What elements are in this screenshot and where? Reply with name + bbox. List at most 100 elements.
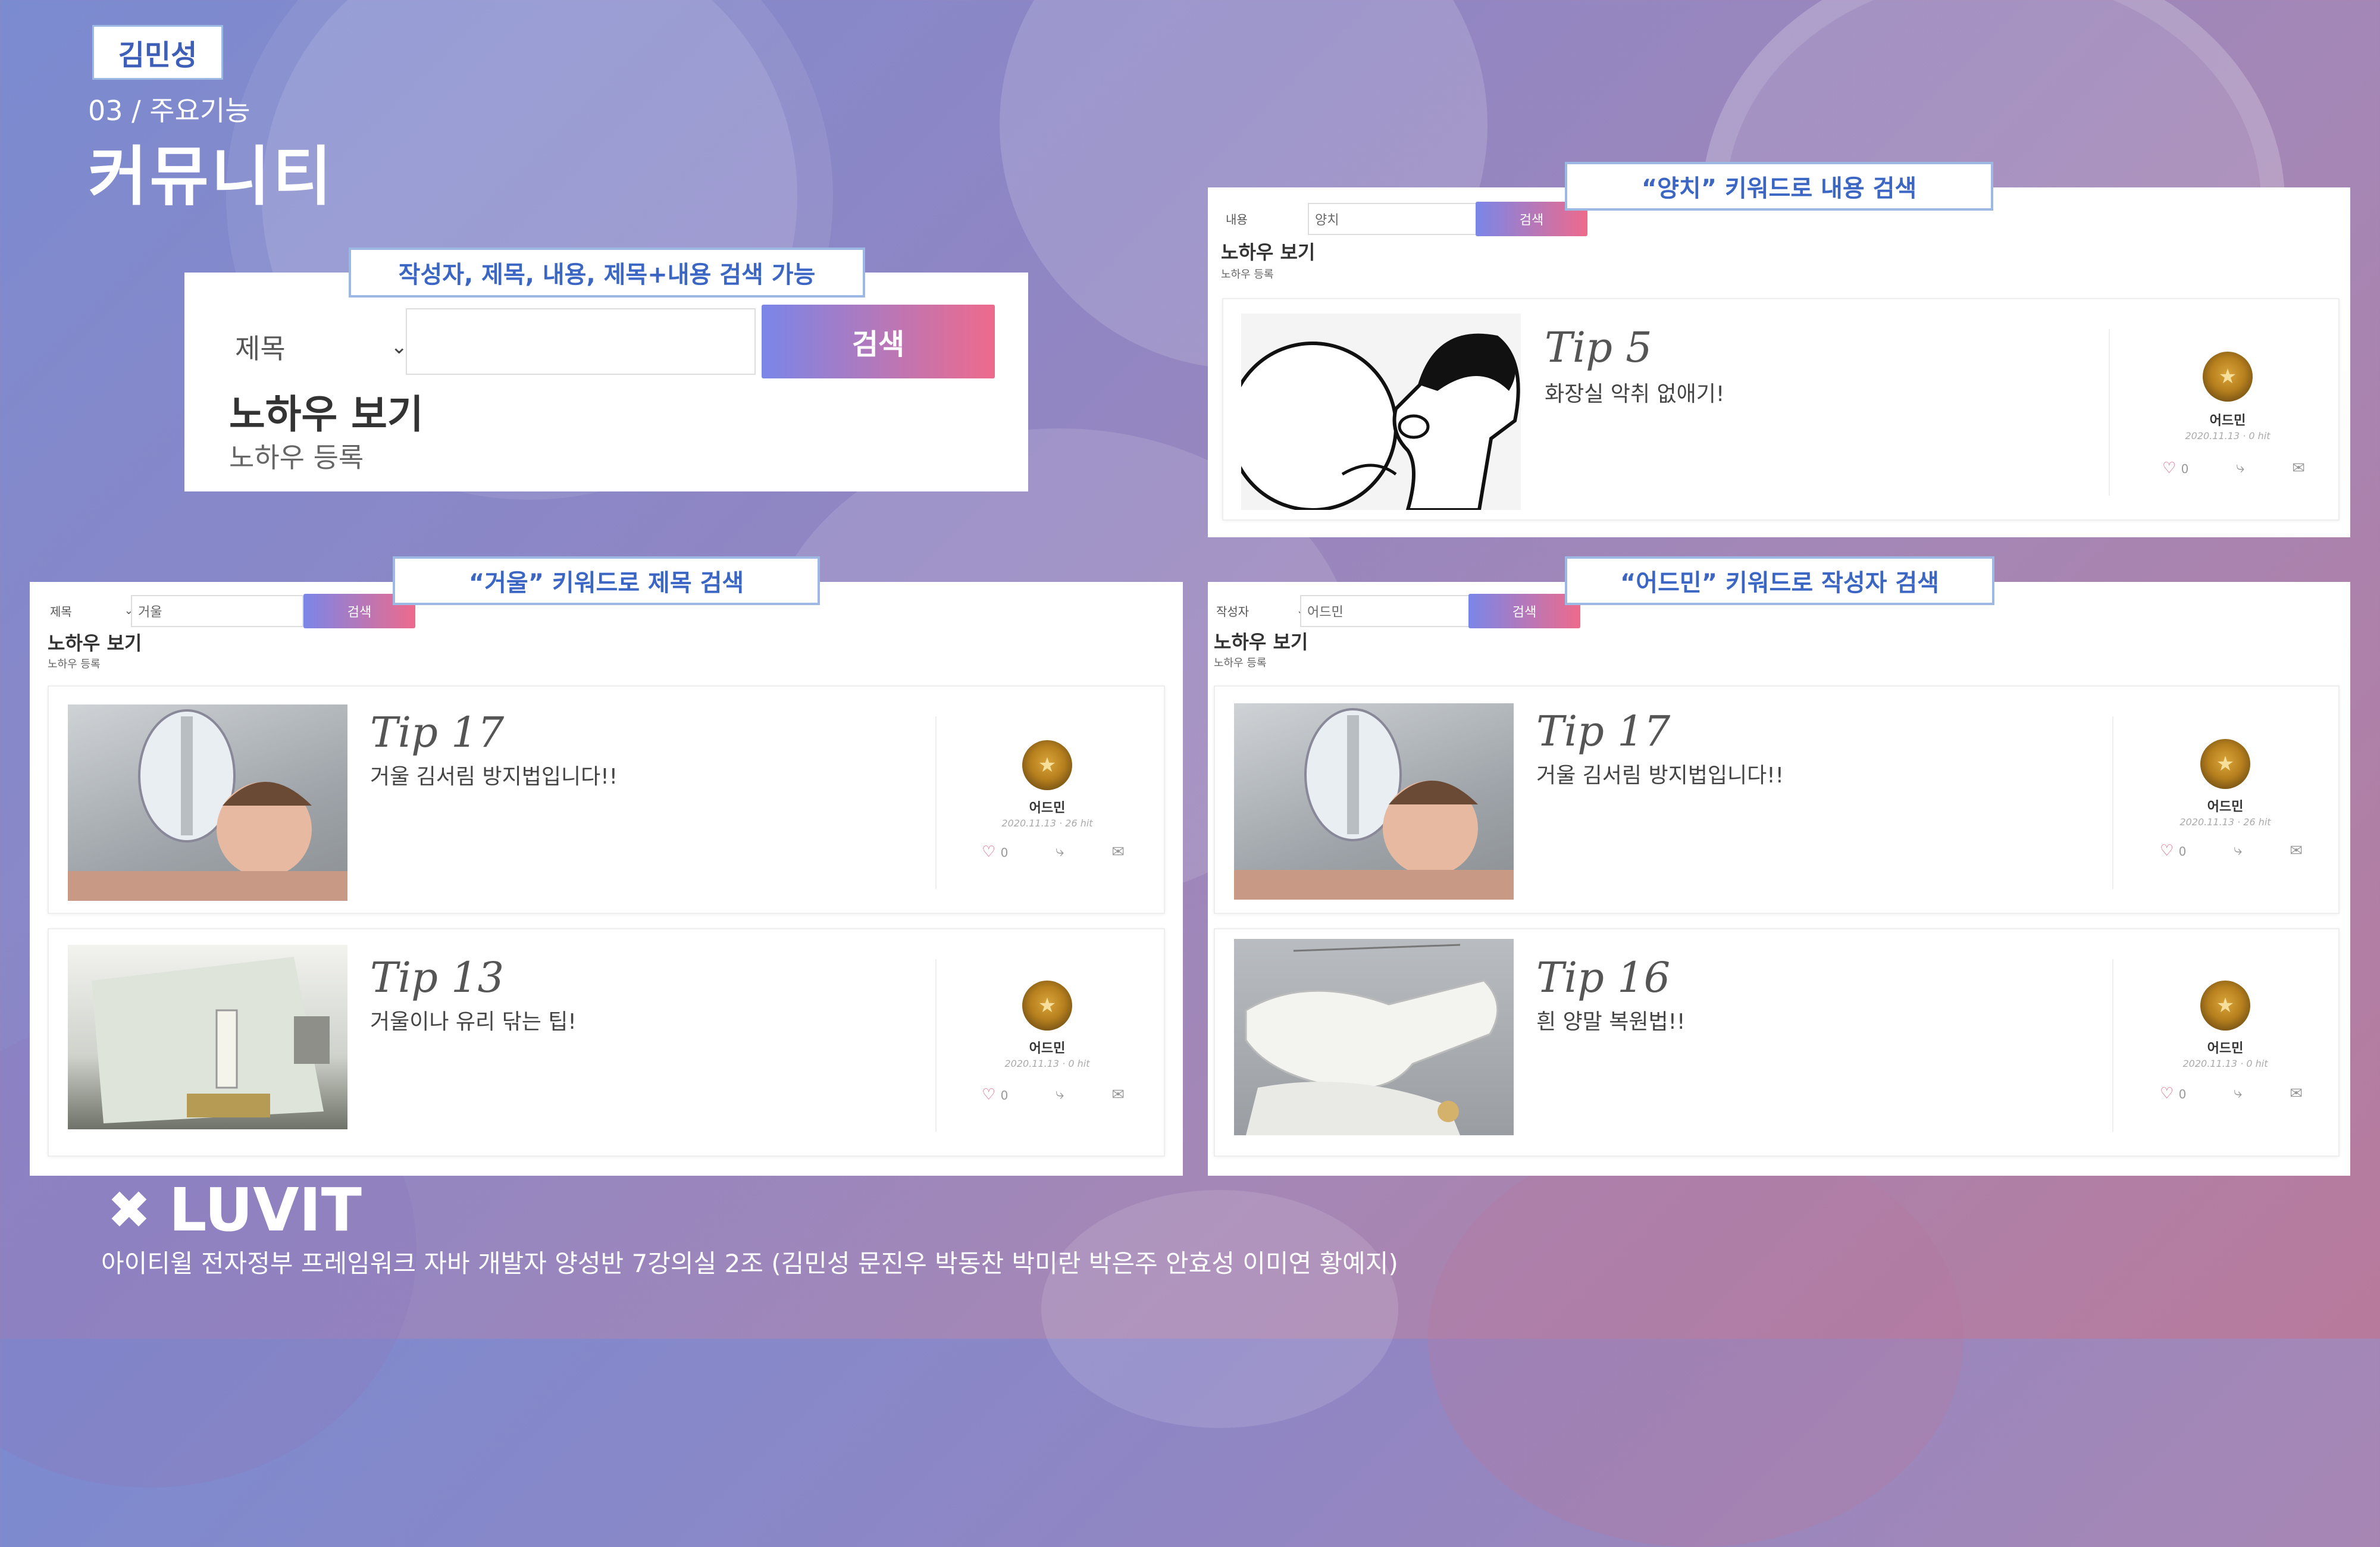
content-search-panel: 내용 ⌄ 양치 검색 노하우 보기 노하우 등록 Tip 5 화장실 악취 없애… <box>1208 187 2350 537</box>
callout-title-search: “거울” 키워드로 제목 검색 <box>393 556 820 605</box>
post-description: 거울이나 유리 닦는 팁! <box>370 1010 577 1034</box>
board-heading: 노하우 보기 <box>229 392 424 437</box>
page-title: 커뮤니티 <box>88 140 334 214</box>
callout-search-options: 작성자, 제목, 내용, 제목+내용 검색 가능 <box>349 248 865 298</box>
like-count: 0 <box>1000 1088 1009 1103</box>
like-count: 0 <box>2178 1086 2187 1101</box>
post-thumbnail <box>1234 703 1514 900</box>
author-avatar: ★ <box>1022 740 1072 790</box>
search-input[interactable] <box>406 308 756 375</box>
post-meta: 2020.11.13 · 26 hit <box>1001 818 1093 829</box>
divider <box>2112 716 2113 889</box>
team-credits: 아이티윌 전자정부 프레임워크 자바 개발자 양성반 7강의실 2조 (김민성 … <box>101 1249 1398 1278</box>
author-avatar: ★ <box>2200 739 2250 789</box>
comment-icon[interactable]: ✉ <box>2292 459 2305 477</box>
like-button[interactable]: ♡ 0 <box>2160 842 2186 860</box>
post-thumbnail <box>68 945 347 1129</box>
register-link[interactable]: 노하우 등록 <box>1221 266 1274 281</box>
search-type-select[interactable]: 제목 ⌄ <box>235 317 408 377</box>
like-button[interactable]: ♡ 0 <box>982 1086 1008 1104</box>
post-title[interactable]: Tip 16 <box>1536 953 1670 1002</box>
post-title[interactable]: Tip 17 <box>370 708 504 757</box>
author-badge: 김민성 <box>92 25 223 80</box>
post-thumbnail <box>1241 314 1521 510</box>
search-button[interactable]: 검색 <box>1468 594 1580 628</box>
register-link[interactable]: 노하우 등록 <box>1214 654 1267 670</box>
share-icon[interactable]: ⤷ <box>1056 1085 1064 1104</box>
like-button[interactable]: ♡ 0 <box>2160 1085 2186 1103</box>
fork-knife-icon: ✖ <box>107 1179 151 1241</box>
divider <box>2109 329 2110 496</box>
post-actions: ♡ 0 ⤷ ✉ <box>2160 841 2303 860</box>
heart-icon: ♡ <box>2160 1084 2174 1103</box>
search-type-select[interactable]: 내용 ⌄ <box>1226 205 1315 231</box>
like-button[interactable]: ♡ 0 <box>2162 459 2188 477</box>
author-name: 어드민 <box>2207 800 2244 815</box>
post-card[interactable]: Tip 13 거울이나 유리 닦는 팁! ★ 어드민 2020.11.13 · … <box>48 928 1165 1157</box>
search-input[interactable]: 어드민 <box>1300 595 1479 627</box>
comment-icon[interactable]: ✉ <box>2290 1085 2303 1103</box>
luvit-logo: ✖ LUVIT <box>107 1175 362 1245</box>
post-meta: 2020.11.13 · 0 hit <box>2185 430 2271 441</box>
author-name: 어드민 <box>2207 1041 2244 1056</box>
comment-icon[interactable]: ✉ <box>1111 1086 1125 1104</box>
divider <box>935 959 937 1132</box>
share-icon[interactable]: ⤷ <box>2234 1084 2243 1103</box>
callout-author-search: “어드민” 키워드로 작성자 검색 <box>1565 556 1994 605</box>
board-heading: 노하우 보기 <box>1214 631 1308 653</box>
post-card[interactable]: Tip 5 화장실 악취 없애기! ★ 어드민 2020.11.13 · 0 h… <box>1222 298 2340 521</box>
divider <box>2112 959 2113 1132</box>
author-name: 어드민 <box>2209 414 2246 428</box>
post-description: 화장실 악취 없애기! <box>1545 382 1725 406</box>
section-number: 03 / 주요기능 <box>88 95 250 127</box>
bg-cup <box>1041 1190 1398 1428</box>
heart-icon: ♡ <box>982 1085 996 1104</box>
share-icon[interactable]: ⤷ <box>2234 841 2243 860</box>
search-input[interactable]: 거울 <box>131 595 303 627</box>
author-avatar: ★ <box>2200 981 2250 1031</box>
post-card[interactable]: Tip 17 거울 김서림 방지법입니다!! ★ 어드민 2020.11.13 … <box>1214 685 2340 914</box>
logo-text: LUVIT <box>168 1175 362 1245</box>
post-thumbnail <box>1234 939 1514 1135</box>
post-actions: ♡ 0 ⤷ ✉ <box>2162 459 2305 477</box>
chevron-down-icon: ⌄ <box>390 335 408 359</box>
search-panel: 제목 ⌄ 검색 노하우 보기 노하우 등록 <box>184 273 1028 491</box>
post-meta: 2020.11.13 · 0 hit <box>2182 1058 2268 1069</box>
post-meta: 2020.11.13 · 26 hit <box>2179 816 2271 828</box>
author-name: 어드민 <box>1029 801 1066 816</box>
search-input[interactable]: 양치 <box>1308 203 1492 235</box>
like-button[interactable]: ♡ 0 <box>982 843 1008 861</box>
divider <box>935 716 937 889</box>
search-button[interactable]: 검색 <box>762 305 995 378</box>
post-title[interactable]: Tip 17 <box>1536 707 1670 756</box>
post-card[interactable]: Tip 17 거울 김서림 방지법입니다!! ★ 어드민 2020.11.13 … <box>48 685 1165 914</box>
search-type-select[interactable]: 제목 ⌄ <box>50 597 133 624</box>
like-count: 0 <box>2181 461 2189 476</box>
search-type-value: 제목 <box>50 604 72 619</box>
post-actions: ♡ 0 ⤷ ✉ <box>982 1085 1125 1104</box>
search-type-value: 작성자 <box>1216 604 1250 619</box>
register-link[interactable]: 노하우 등록 <box>229 436 364 475</box>
post-actions: ♡ 0 ⤷ ✉ <box>2160 1084 2303 1103</box>
comment-icon[interactable]: ✉ <box>2290 842 2303 860</box>
post-title[interactable]: Tip 13 <box>370 953 504 1002</box>
author-name: 어드민 <box>1029 1041 1066 1056</box>
like-count: 0 <box>1000 845 1009 860</box>
post-title[interactable]: Tip 5 <box>1545 323 1652 372</box>
post-card[interactable]: Tip 16 흰 양말 복원법!! ★ 어드민 2020.11.13 · 0 h… <box>1214 928 2340 1157</box>
author-avatar: ★ <box>1022 981 1072 1031</box>
share-icon[interactable]: ⤷ <box>1056 843 1064 861</box>
board-heading: 노하우 보기 <box>48 632 142 654</box>
search-type-select[interactable]: 작성자 ⌄ <box>1216 597 1305 624</box>
bg-cup <box>1428 1130 1964 1547</box>
search-type-value: 내용 <box>1226 212 1248 227</box>
comment-icon[interactable]: ✉ <box>1111 843 1125 861</box>
post-meta: 2020.11.13 · 0 hit <box>1004 1058 1090 1069</box>
board-heading: 노하우 보기 <box>1221 241 1316 264</box>
register-link[interactable]: 노하우 등록 <box>48 656 101 671</box>
share-icon[interactable]: ⤷ <box>2236 459 2245 477</box>
heart-icon: ♡ <box>2160 841 2174 860</box>
callout-content-search: “양치” 키워드로 내용 검색 <box>1565 162 1993 211</box>
post-description: 거울 김서림 방지법입니다!! <box>1536 763 1784 788</box>
search-type-value: 제목 <box>235 333 286 365</box>
